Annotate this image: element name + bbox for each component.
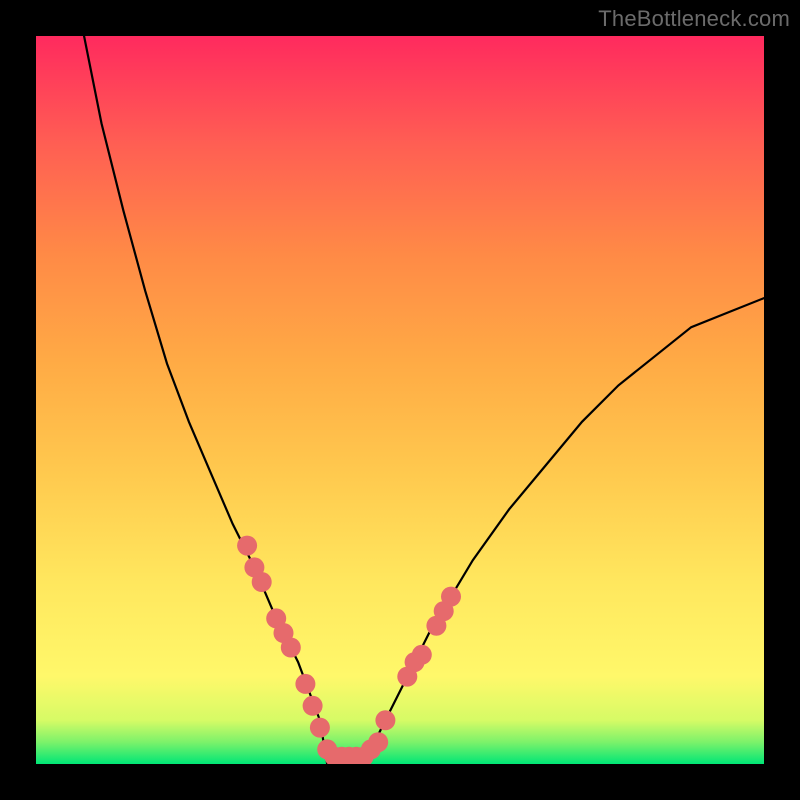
bottleneck-curve-path <box>36 36 764 764</box>
marker-dot <box>375 710 395 730</box>
chart-frame: TheBottleneck.com <box>0 0 800 800</box>
marker-dot <box>252 572 272 592</box>
marker-dot <box>441 587 461 607</box>
marker-dot <box>281 638 301 658</box>
marker-group <box>237 536 461 764</box>
watermark-text: TheBottleneck.com <box>598 6 790 32</box>
chart-svg <box>36 36 764 764</box>
plot-area <box>36 36 764 764</box>
marker-dot <box>368 732 388 752</box>
marker-dot <box>303 696 323 716</box>
marker-dot <box>237 536 257 556</box>
marker-dot <box>295 674 315 694</box>
marker-dot <box>310 718 330 738</box>
marker-dot <box>412 645 432 665</box>
